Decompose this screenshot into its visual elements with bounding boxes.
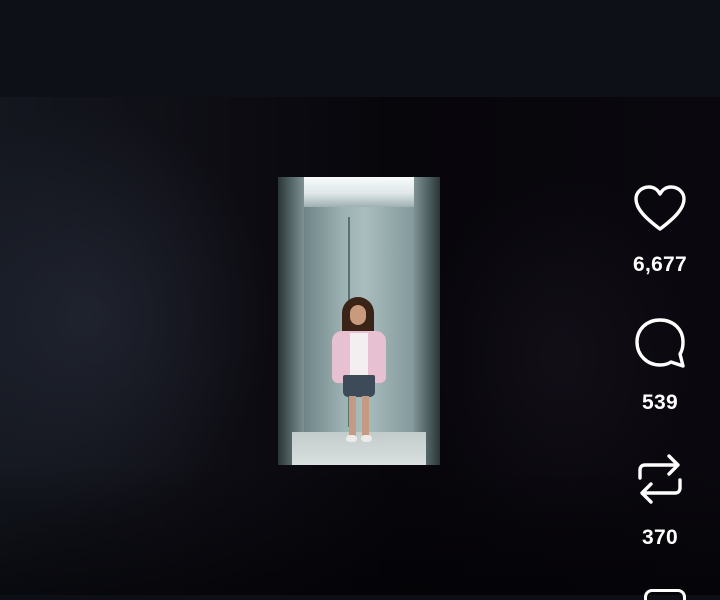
comment-button[interactable]: 539 (600, 317, 720, 415)
girl-figure (328, 297, 390, 457)
girl-left-leg (349, 396, 356, 436)
girl-face (350, 305, 366, 325)
top-bar (0, 0, 720, 97)
heart-outline-icon (634, 185, 686, 231)
video-frame[interactable] (278, 177, 440, 465)
girl-right-shoe (361, 435, 372, 442)
like-count: 6,677 (632, 253, 688, 276)
speech-bubble-icon (635, 318, 685, 368)
girl-skirt (343, 375, 375, 397)
comment-count: 539 (642, 391, 678, 414)
action-rail: 6,677 539 370 (600, 97, 720, 600)
repost-button[interactable]: 370 (600, 450, 720, 550)
girl-left-shoe (346, 435, 357, 442)
repost-arrows-icon (638, 454, 682, 504)
elevator-right-wall (414, 177, 440, 465)
girl-right-leg (362, 396, 369, 436)
like-button[interactable]: 6,677 (600, 185, 720, 277)
girl-shirt (350, 333, 368, 377)
elevator-left-wall (278, 177, 304, 465)
repost-count: 370 (642, 526, 678, 549)
